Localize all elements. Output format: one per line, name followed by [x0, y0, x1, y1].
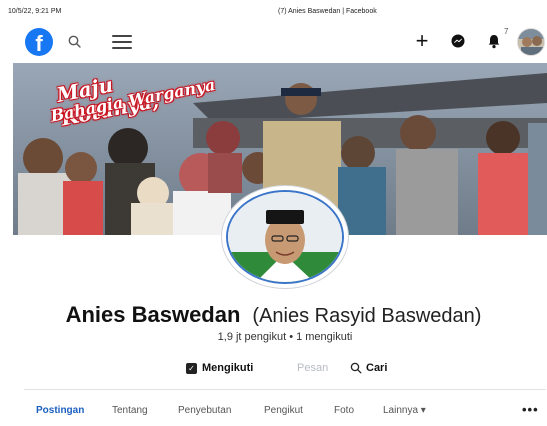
follower-count[interactable]: 1,9 jt pengikut • 1 mengikuti: [0, 331, 547, 343]
checkmark-icon: ✓: [186, 362, 197, 374]
facebook-logo-icon[interactable]: f: [25, 28, 53, 56]
divider: [24, 389, 546, 390]
profile-tabs: Postingan Tentang Penyebutan Pengikut Fo…: [0, 402, 547, 421]
messenger-icon[interactable]: [449, 32, 467, 50]
tab-foto[interactable]: Foto: [334, 405, 354, 416]
profile-alternate-name: (Anies Rasyid Baswedan): [252, 305, 482, 327]
profile-name: Anies Baswedan: [65, 302, 241, 327]
plus-icon[interactable]: +: [412, 27, 432, 55]
menu-icon[interactable]: [112, 32, 132, 50]
tab-penyebutan[interactable]: Penyebutan: [178, 405, 231, 416]
profile-actions: ✓ Mengikuti Pesan Cari: [0, 362, 547, 380]
bell-icon[interactable]: [485, 32, 503, 50]
top-navigation-bar: f + 7: [0, 24, 547, 58]
search-label: Cari: [366, 362, 388, 374]
more-options-icon[interactable]: •••: [522, 402, 539, 417]
notification-count-badge: 7: [504, 27, 509, 36]
search-icon: [350, 362, 362, 374]
following-label: Mengikuti: [202, 362, 254, 374]
tab-lainnya[interactable]: Lainnya ▾: [383, 405, 426, 416]
account-avatar[interactable]: [517, 28, 545, 56]
message-button[interactable]: Pesan: [297, 362, 328, 374]
search-profile-button[interactable]: Cari: [350, 362, 387, 374]
profile-name-row: Anies Baswedan (Anies Rasyid Baswedan): [0, 302, 547, 328]
profile-picture[interactable]: [222, 186, 348, 288]
search-icon[interactable]: [66, 33, 84, 51]
tab-tentang[interactable]: Tentang: [112, 405, 148, 416]
print-header: 10/5/22, 9:21 PM (7) Anies Baswedan | Fa…: [0, 0, 547, 22]
print-date: 10/5/22, 9:21 PM: [8, 8, 62, 15]
tab-pengikut[interactable]: Pengikut: [264, 405, 303, 416]
tab-postingan[interactable]: Postingan: [36, 405, 84, 416]
print-page-title: (7) Anies Baswedan | Facebook: [278, 8, 377, 15]
following-button[interactable]: ✓ Mengikuti: [186, 362, 253, 374]
